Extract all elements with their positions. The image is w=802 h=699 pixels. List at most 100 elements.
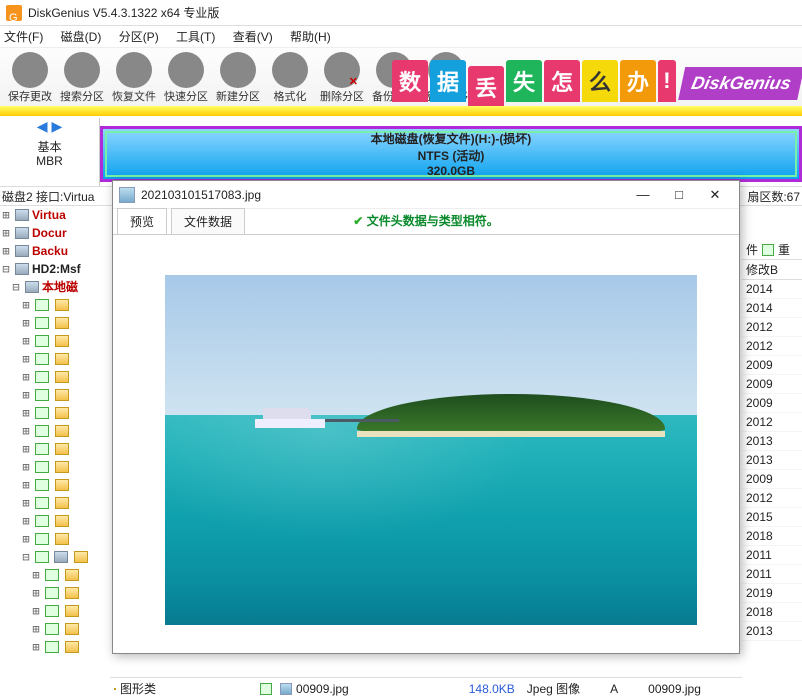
minimize-button[interactable]: — bbox=[625, 183, 661, 207]
quick-icon bbox=[168, 52, 204, 88]
tool-save[interactable]: 保存更改 bbox=[4, 50, 56, 104]
list-item[interactable]: 2009 bbox=[742, 470, 802, 489]
list-item[interactable]: 2013 bbox=[742, 432, 802, 451]
header-match-msg: 文件头数据与类型相符。 bbox=[113, 212, 739, 229]
checkbox-icon[interactable] bbox=[45, 587, 59, 599]
checkbox-icon[interactable] bbox=[35, 515, 49, 527]
drive-icon bbox=[15, 209, 29, 221]
close-button[interactable]: ✕ bbox=[697, 183, 733, 207]
checkbox-icon[interactable] bbox=[45, 569, 59, 581]
checkbox-icon[interactable] bbox=[35, 371, 49, 383]
tree-folder-item[interactable]: ⊞ bbox=[0, 350, 110, 368]
file-row[interactable]: 图形类 00909.jpg 148.0KB Jpeg 图像 A 00909.jp… bbox=[110, 677, 742, 699]
list-item[interactable]: 2009 bbox=[742, 394, 802, 413]
tree-folder-item[interactable]: ⊞ bbox=[0, 584, 110, 602]
partition-bar[interactable]: 本地磁盘(恢复文件)(H:)-(损坏) NTFS (活动) 320.0GB bbox=[100, 126, 802, 182]
tree-folder-item[interactable]: ⊞ bbox=[0, 458, 110, 476]
disk-interface: 磁盘2 接口:Virtua bbox=[2, 187, 94, 207]
list-item[interactable]: 2013 bbox=[742, 451, 802, 470]
tree-folder-item[interactable]: ⊞ bbox=[0, 494, 110, 512]
tool-delete[interactable]: 删除分区 bbox=[316, 50, 368, 104]
checkbox-icon[interactable] bbox=[35, 443, 49, 455]
menu-file[interactable]: 文件(F) bbox=[4, 30, 43, 44]
list-item[interactable]: 2014 bbox=[742, 299, 802, 318]
toolbar: 保存更改 搜索分区 恢复文件 快速分区 新建分区 格式化 删除分区 备份分区 系… bbox=[0, 48, 802, 106]
checkbox-icon[interactable] bbox=[35, 425, 49, 437]
checkbox-icon[interactable] bbox=[35, 317, 49, 329]
menu-tools[interactable]: 工具(T) bbox=[176, 30, 215, 44]
tree-folder-item[interactable]: ⊟ bbox=[0, 548, 110, 566]
list-item[interactable]: 2012 bbox=[742, 489, 802, 508]
strip-bar bbox=[0, 106, 802, 116]
preview-titlebar[interactable]: 20210310151708З.jpg — □ ✕ bbox=[113, 181, 739, 209]
folder-icon bbox=[55, 353, 69, 365]
list-item[interactable]: 2018 bbox=[742, 603, 802, 622]
folder-icon bbox=[65, 605, 79, 617]
list-item[interactable]: 2011 bbox=[742, 565, 802, 584]
drive-icon bbox=[54, 551, 68, 563]
column-modified[interactable]: 修改B bbox=[742, 260, 802, 280]
tree-folder-item[interactable]: ⊞ bbox=[0, 314, 110, 332]
checkbox-icon[interactable] bbox=[35, 479, 49, 491]
format-icon bbox=[272, 52, 308, 88]
menu-partition[interactable]: 分区(P) bbox=[119, 30, 159, 44]
tree-folder-item[interactable]: ⊞ bbox=[0, 422, 110, 440]
directory-tree[interactable]: ⊞Virtua ⊞Docur ⊞Backu ⊟HD2:Msf ⊟本地磁 ⊞⊞⊞⊞… bbox=[0, 206, 110, 699]
list-item[interactable]: 2015 bbox=[742, 508, 802, 527]
menu-view[interactable]: 查看(V) bbox=[233, 30, 273, 44]
tool-search[interactable]: 搜索分区 bbox=[56, 50, 108, 104]
list-item[interactable]: 2012 bbox=[742, 337, 802, 356]
menu-help[interactable]: 帮助(H) bbox=[290, 30, 331, 44]
list-item[interactable]: 2009 bbox=[742, 375, 802, 394]
maximize-button[interactable]: □ bbox=[661, 183, 697, 207]
folder-icon bbox=[55, 389, 69, 401]
list-item[interactable]: 2014 bbox=[742, 280, 802, 299]
checkbox-icon[interactable] bbox=[35, 497, 49, 509]
checkbox-icon[interactable] bbox=[35, 551, 49, 563]
tool-format[interactable]: 格式化 bbox=[264, 50, 316, 104]
tree-folder-item[interactable]: ⊞ bbox=[0, 404, 110, 422]
tree-folder-item[interactable]: ⊞ bbox=[0, 440, 110, 458]
tree-folder-item[interactable]: ⊞ bbox=[0, 296, 110, 314]
list-item[interactable]: 2009 bbox=[742, 356, 802, 375]
tree-folder-item[interactable]: ⊞ bbox=[0, 602, 110, 620]
checkbox-icon[interactable] bbox=[35, 407, 49, 419]
menu-disk[interactable]: 磁盘(D) bbox=[61, 30, 102, 44]
tree-folder-item[interactable]: ⊞ bbox=[0, 386, 110, 404]
tree-folder-item[interactable]: ⊞ bbox=[0, 332, 110, 350]
tree-folder-item[interactable]: ⊞ bbox=[0, 530, 110, 548]
checkbox-icon[interactable] bbox=[260, 683, 272, 695]
tree-folder-item[interactable]: ⊞ bbox=[0, 476, 110, 494]
checkbox-icon[interactable] bbox=[45, 605, 59, 617]
checkbox-icon[interactable] bbox=[35, 335, 49, 347]
list-item[interactable]: 2013 bbox=[742, 622, 802, 641]
tool-quick[interactable]: 快速分区 bbox=[160, 50, 212, 104]
tree-folder-item[interactable]: ⊞ bbox=[0, 512, 110, 530]
checkbox-icon[interactable] bbox=[762, 244, 774, 256]
list-item[interactable]: 2018 bbox=[742, 527, 802, 546]
partition-name: 本地磁盘(恢复文件)(H:)-(损坏) bbox=[371, 130, 532, 147]
tree-folder-item[interactable]: ⊞ bbox=[0, 638, 110, 656]
checkbox-icon[interactable] bbox=[35, 389, 49, 401]
nav-arrows[interactable]: ◀ ▶ bbox=[0, 118, 99, 138]
folder-icon bbox=[55, 335, 69, 347]
tool-new[interactable]: 新建分区 bbox=[212, 50, 264, 104]
list-item[interactable]: 2019 bbox=[742, 584, 802, 603]
folder-icon bbox=[55, 443, 69, 455]
checkbox-icon[interactable] bbox=[35, 533, 49, 545]
column-headers[interactable]: 件 重 bbox=[742, 240, 802, 260]
checkbox-icon[interactable] bbox=[45, 623, 59, 635]
tool-recover[interactable]: 恢复文件 bbox=[108, 50, 160, 104]
checkbox-icon[interactable] bbox=[35, 299, 49, 311]
tree-folder-item[interactable]: ⊞ bbox=[0, 368, 110, 386]
list-item[interactable]: 2012 bbox=[742, 413, 802, 432]
list-item[interactable]: 2011 bbox=[742, 546, 802, 565]
tree-folder-item[interactable]: ⊞ bbox=[0, 566, 110, 584]
checkbox-icon[interactable] bbox=[35, 353, 49, 365]
checkbox-icon[interactable] bbox=[45, 641, 59, 653]
checkbox-icon[interactable] bbox=[35, 461, 49, 473]
promo-banner[interactable]: 数 据 丢 失 怎 么 办 ! DiskGenius bbox=[391, 48, 802, 106]
list-item[interactable]: 2012 bbox=[742, 318, 802, 337]
image-preview-window: 20210310151708З.jpg — □ ✕ 预览 文件数据 文件头数据与… bbox=[112, 180, 740, 654]
tree-folder-item[interactable]: ⊞ bbox=[0, 620, 110, 638]
